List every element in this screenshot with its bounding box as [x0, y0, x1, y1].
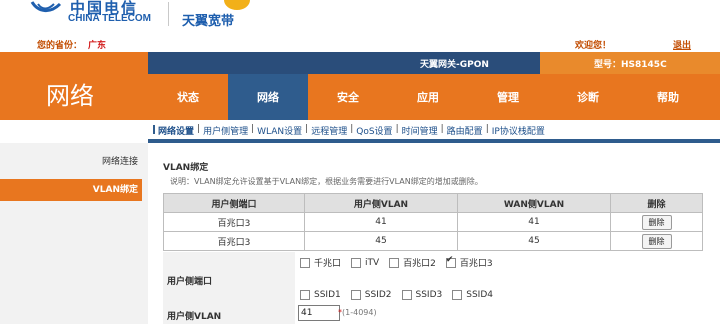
- ssid-checkbox-row: SSID1 SSID2 SSID3 SSID4: [300, 290, 503, 300]
- cell-user-vlan: 41: [304, 212, 458, 232]
- checkbox[interactable]: [401, 290, 412, 300]
- delete-button[interactable]: 删除: [641, 214, 672, 230]
- sub-nav-list: 网络设置 | 用户侧管理 | WLAN设置 | 远程管理 | QoS设置 | 时…: [158, 124, 545, 137]
- sub-nav-underline: [148, 139, 720, 143]
- checkbox-checked[interactable]: [445, 255, 456, 268]
- cell-port: 百兆口3: [163, 231, 305, 251]
- page-title: 网络: [46, 82, 94, 110]
- province-label: 您的省份：: [37, 41, 83, 51]
- nav-item-security[interactable]: 安全: [308, 74, 388, 120]
- col-wan-vlan: WAN侧VLAN: [457, 193, 611, 213]
- subnav-routing[interactable]: 路由配置: [447, 124, 483, 137]
- subnav-separator: |: [485, 124, 489, 134]
- subnav-qos[interactable]: QoS设置: [356, 124, 392, 137]
- port-option-gigabit[interactable]: 千兆口: [300, 256, 341, 269]
- checkbox[interactable]: [350, 290, 361, 300]
- nav-item-apps[interactable]: 应用: [388, 74, 468, 120]
- checkbox[interactable]: [452, 290, 463, 300]
- table-row: 百兆口3 45 45 删除: [163, 231, 703, 251]
- section-title: VLAN绑定: [163, 163, 209, 173]
- vlan-range-hint: *(1-4094): [338, 308, 377, 317]
- checkbox-label: SSID4: [466, 290, 493, 300]
- cell-wan-vlan: 41: [457, 212, 611, 232]
- checkbox[interactable]: [351, 257, 362, 268]
- nav-item-help[interactable]: 帮助: [628, 74, 708, 120]
- checkbox-label: iTV: [365, 257, 380, 268]
- side-item-network-connection[interactable]: 网络连接: [0, 152, 142, 172]
- device-model: 型号：HS8145C: [594, 60, 667, 70]
- nav-item-manage[interactable]: 管理: [468, 74, 548, 120]
- product-brand-text: 天翼宽带: [182, 14, 235, 29]
- side-item-vlan-binding[interactable]: VLAN绑定: [0, 179, 142, 201]
- subnav-separator: |: [440, 124, 444, 134]
- subnav-separator: |: [305, 124, 309, 134]
- subnav-network-settings[interactable]: 网络设置: [158, 124, 194, 137]
- side-item-label: VLAN绑定: [92, 185, 138, 195]
- checkbox[interactable]: [300, 290, 310, 300]
- port-option-ssid2[interactable]: SSID2: [350, 290, 392, 300]
- left-header-band: [0, 52, 148, 74]
- user-vlan-input[interactable]: 41: [298, 305, 340, 321]
- subnav-user-side[interactable]: 用户侧管理: [203, 124, 248, 137]
- nav-item-diagnose[interactable]: 诊断: [548, 74, 628, 120]
- col-user-vlan: 用户侧VLAN: [304, 193, 458, 213]
- checkbox-label: 百兆口2: [403, 259, 436, 269]
- subnav-ip-stack[interactable]: IP协议栈配置: [492, 124, 545, 137]
- checkbox-label: SSID3: [415, 290, 443, 300]
- main-nav: 状态 网络 安全 应用 管理 诊断 帮助: [148, 74, 720, 120]
- cell-wan-vlan: 45: [457, 231, 611, 251]
- user-port-label: 用户侧端口: [167, 277, 213, 287]
- subnav-separator: |: [197, 124, 201, 134]
- port-option-itv[interactable]: iTV: [351, 257, 380, 268]
- side-item-label: 网络连接: [101, 157, 138, 167]
- cell-port: 百兆口3: [163, 212, 305, 232]
- logo-english-text: CHINA TELECOM: [68, 13, 151, 24]
- checkbox-label: SSID2: [364, 290, 392, 300]
- cell-delete: 删除: [610, 212, 703, 232]
- port-option-ssid3[interactable]: SSID3: [401, 290, 443, 300]
- cell-user-vlan: 45: [304, 231, 458, 251]
- table-header-row: 用户侧端口 用户侧VLAN WAN侧VLAN 删除: [163, 193, 703, 213]
- logout-link[interactable]: 退出: [673, 38, 691, 51]
- sub-nav-marker: [153, 125, 155, 134]
- col-user-port: 用户侧端口: [163, 193, 305, 213]
- subnav-wlan[interactable]: WLAN设置: [257, 124, 302, 137]
- delete-button[interactable]: 删除: [641, 233, 672, 249]
- checkbox-label: 百兆口3: [459, 259, 493, 269]
- checkbox-label: SSID1: [314, 290, 341, 300]
- cell-delete: 删除: [610, 231, 703, 251]
- table-row: 百兆口3 41 41 删除: [163, 212, 703, 232]
- subnav-separator: |: [251, 124, 255, 134]
- subnav-time[interactable]: 时间管理: [402, 124, 438, 137]
- china-telecom-logo-icon: [30, 1, 62, 12]
- province-value: 广东: [88, 41, 107, 51]
- port-option-ssid1[interactable]: SSID1: [300, 290, 341, 300]
- port-option-fe3[interactable]: 百兆口3: [445, 255, 493, 269]
- device-name: 天翼网关-GPON: [420, 60, 489, 70]
- port-option-ssid4[interactable]: SSID4: [452, 290, 493, 300]
- logo-divider: [168, 2, 169, 26]
- subnav-separator: |: [395, 124, 399, 134]
- subnav-remote[interactable]: 远程管理: [311, 124, 347, 137]
- welcome-text: 欢迎您！: [575, 41, 612, 51]
- checkbox[interactable]: [300, 257, 310, 268]
- checkbox-label: 千兆口: [314, 259, 342, 269]
- subnav-separator: |: [350, 124, 354, 134]
- col-delete: 删除: [610, 193, 703, 213]
- port-checkbox-row: 千兆口 iTV 百兆口2 百兆口3: [300, 255, 503, 269]
- section-description: 说明：VLAN绑定允许设置基于VLAN绑定，根据业务需要进行VLAN绑定的增加或…: [170, 177, 483, 186]
- user-vlan-label: 用户侧VLAN: [167, 312, 222, 322]
- nav-item-network[interactable]: 网络: [228, 74, 308, 120]
- vlan-range-text: (1-4094): [342, 308, 377, 317]
- vlan-binding-table: 用户侧端口 用户侧VLAN WAN侧VLAN 删除 百兆口3 41 41 删除 …: [163, 193, 703, 251]
- port-option-fe2[interactable]: 百兆口2: [389, 256, 436, 269]
- checkbox[interactable]: [389, 257, 400, 268]
- nav-item-status[interactable]: 状态: [148, 74, 228, 120]
